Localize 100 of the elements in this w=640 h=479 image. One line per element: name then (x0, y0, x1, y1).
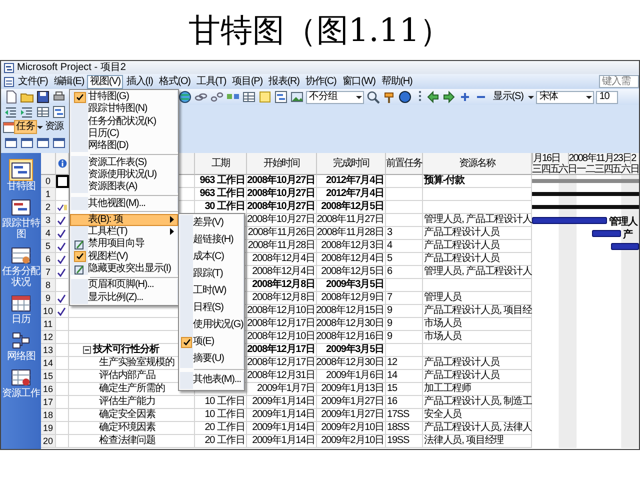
table-icon[interactable] (242, 90, 256, 104)
menu-item[interactable]: 窗口(W) (339, 74, 378, 88)
column-header[interactable]: 开始时间 (247, 153, 317, 175)
menu-item[interactable]: 跟踪甘特图(N) (70, 103, 178, 116)
menu-item[interactable]: 表(B): 项 (70, 214, 178, 226)
indent-icon[interactable] (20, 105, 34, 119)
selection-box[interactable] (56, 175, 69, 188)
table-icon[interactable] (36, 105, 50, 119)
menu-item[interactable]: 跟踪(T) (179, 266, 244, 283)
menu-item[interactable]: 使用状况(G) (179, 316, 244, 334)
font-size-dropdown[interactable]: 10 (596, 90, 618, 104)
globe-icon[interactable] (178, 90, 192, 104)
table-cell: 2009年1月14日 (252, 396, 315, 408)
menu-item[interactable]: 项目(P) (229, 74, 266, 88)
left-arrow-icon[interactable] (426, 90, 440, 104)
view-bar-item[interactable]: 网络图 (2, 329, 40, 362)
view-bar-item[interactable]: 甘特图 (2, 159, 40, 192)
menu-item[interactable]: 禁用项目向导 (70, 238, 178, 251)
menu-item[interactable]: 超链接(H) (179, 232, 244, 249)
window-icon[interactable] (20, 136, 34, 150)
view-tab[interactable]: 资源 (42, 120, 66, 134)
table-cell: 2008年12月3日 (321, 240, 384, 252)
menu-item[interactable]: 格式(O) (156, 74, 194, 88)
table-cell: 2009年1月7日 (257, 383, 315, 395)
brush-icon[interactable] (382, 90, 396, 104)
window-icon[interactable] (52, 136, 66, 150)
table-cell: 2009年1月14日 (252, 422, 315, 434)
font-dropdown[interactable]: 宋体 (536, 90, 594, 104)
calendar-icon[interactable] (2, 120, 14, 134)
menu-item[interactable]: 编辑(E) (50, 74, 88, 88)
menu-item[interactable]: 日程(S) (179, 300, 244, 317)
table-cell: 2008年10月27日 (247, 214, 315, 226)
table-cell: 19SS (387, 435, 410, 447)
picture-icon[interactable] (290, 90, 304, 104)
save-icon[interactable] (36, 90, 50, 104)
chain-icon[interactable] (210, 90, 224, 104)
group-dropdown[interactable]: 不分组 (306, 90, 364, 104)
app-icon (4, 62, 14, 72)
collapse-icon[interactable] (83, 346, 91, 354)
menu-item[interactable]: 报表(R) (266, 74, 302, 88)
menu-item[interactable]: 日历(C) (70, 128, 178, 140)
table-cell: 管理人员 (424, 292, 462, 304)
menu-item[interactable]: 工具栏(T) (70, 226, 178, 238)
column-header[interactable]: 前置任务 (386, 153, 423, 175)
table-cell: 17SS (387, 409, 410, 421)
menu-item[interactable]: 显示比例(Z)... (70, 291, 178, 304)
menu-item[interactable]: 资源使用状况(U) (70, 168, 178, 182)
menu-item[interactable]: 文件(F) (15, 74, 51, 88)
menu-item[interactable]: 其他视图(M)... (70, 197, 178, 210)
menu-item[interactable]: 工时(W) (179, 282, 244, 300)
column-header[interactable]: 工期 (195, 153, 247, 175)
view-tab[interactable]: 任务 (14, 120, 37, 134)
outdent-icon[interactable] (4, 105, 18, 119)
column-header[interactable]: 资源名称 (423, 153, 532, 175)
menu-item[interactable]: 视图栏(V) (70, 250, 178, 263)
task-list-icon[interactable] (52, 105, 66, 119)
menu-item[interactable]: 任务分配状况(K) (70, 116, 178, 128)
help-icon[interactable] (398, 90, 412, 104)
show-button[interactable]: 显示(S) (490, 90, 526, 104)
view-bar-item[interactable]: 资源工作 (2, 366, 40, 399)
menu-item[interactable]: 协作(C) (302, 74, 340, 88)
menu-item[interactable]: 成本(C) (179, 248, 244, 266)
table-cell: 10 工作日 (204, 396, 245, 408)
window-icon[interactable] (4, 136, 18, 150)
menu-item[interactable]: 摘要(U) (179, 350, 244, 368)
help-search-field[interactable]: 键入需 (599, 75, 639, 88)
plus-icon[interactable] (458, 90, 472, 104)
menu-item[interactable]: 甘特图(G) (70, 91, 178, 104)
table-cell: 2008年12月4日 (252, 253, 315, 265)
date-label: 月16日 (533, 153, 560, 164)
menu-item[interactable]: 视图(V) (87, 74, 124, 88)
menu-item[interactable]: 差异(V) (179, 214, 244, 232)
window-icon[interactable] (36, 136, 50, 150)
menu-item[interactable]: 帮助(H) (378, 74, 416, 88)
column-header[interactable]: 完成时间 (317, 153, 386, 175)
table-cell: 9 (387, 331, 392, 343)
right-arrow-icon[interactable] (442, 90, 456, 104)
caret-icon[interactable] (36, 124, 43, 130)
bar-label: 管理人 (609, 216, 638, 228)
menu-item[interactable]: 资源图表(A) (70, 181, 178, 194)
menu-item[interactable]: 工具(T) (193, 74, 230, 88)
menu-item[interactable]: 其他表(M)... (179, 372, 244, 389)
view-bar-item[interactable]: 日历 (2, 292, 40, 325)
task-list-icon[interactable] (274, 90, 288, 104)
document-menu-icon[interactable] (3, 76, 15, 88)
table-cell: 2009年2月10日 (321, 422, 384, 434)
header-cell[interactable] (56, 153, 69, 175)
day-label: 五 (550, 164, 559, 175)
view-bar-item[interactable]: 跟踪甘特图 (2, 196, 40, 240)
table-cell: 12 (387, 357, 397, 369)
day-label: 六 (558, 164, 568, 175)
menu-item[interactable]: 网络图(D) (70, 140, 178, 152)
caret-icon[interactable] (528, 94, 534, 100)
view-bar-item[interactable]: 任务分配状况 (2, 244, 40, 288)
menu-item[interactable]: 隐藏更改突出显示(I) (70, 262, 178, 276)
menu-item[interactable]: 页眉和页脚(H)... (70, 279, 178, 292)
zoom-in-icon[interactable] (366, 90, 380, 104)
menu-item[interactable]: 资源工作表(S) (70, 156, 178, 169)
menu-item[interactable]: 项(E) (179, 334, 244, 351)
menu-item[interactable]: 插入(I) (123, 74, 156, 88)
